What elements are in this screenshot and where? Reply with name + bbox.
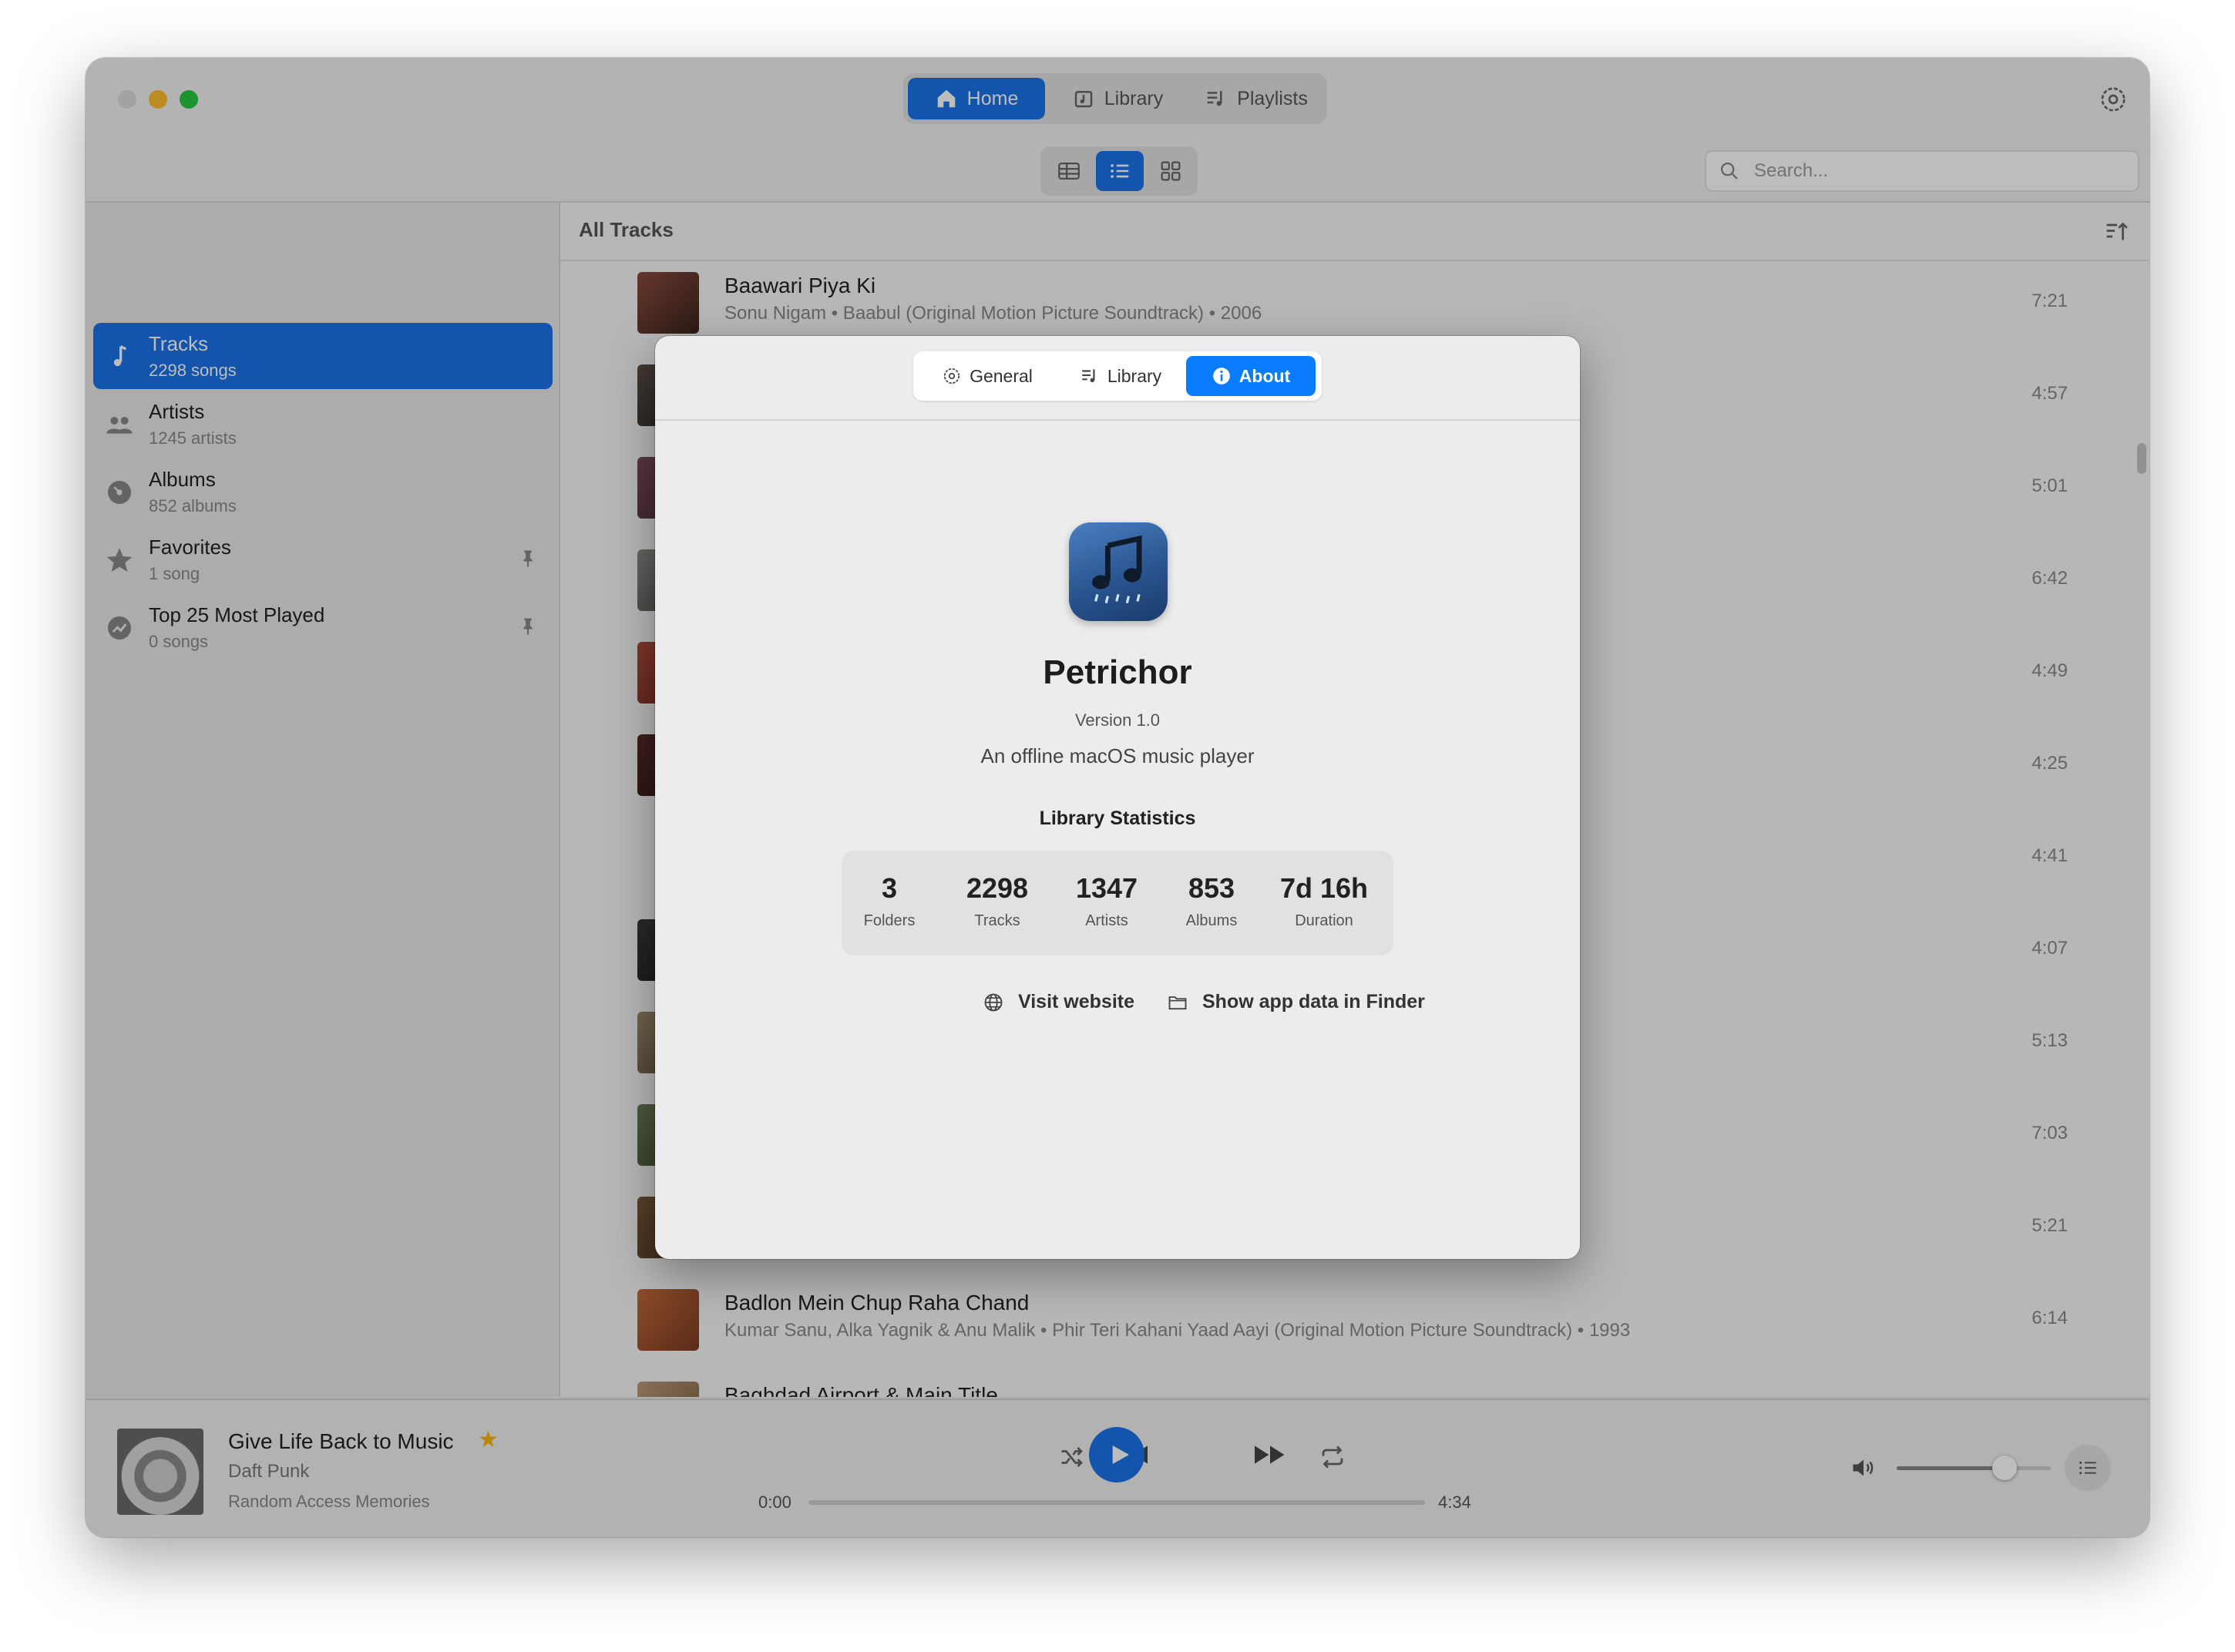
app-icon bbox=[1069, 522, 1168, 621]
stat-artists: 1347 Artists bbox=[1053, 872, 1161, 930]
library-stats-card: 3 Folders 2298 Tracks 1347 Artists 853 A… bbox=[842, 851, 1393, 955]
stat-label: Folders bbox=[863, 912, 916, 929]
info-icon bbox=[1212, 368, 1230, 384]
stat-value: 1347 bbox=[1075, 872, 1138, 904]
settings-dialog-header: General Library About bbox=[655, 336, 1580, 421]
app-version: Version 1.0 bbox=[1074, 710, 1161, 730]
stat-tracks: 2298 Tracks bbox=[943, 872, 1051, 930]
stat-label: Tracks bbox=[974, 912, 1020, 929]
stat-label: Artists bbox=[1085, 912, 1128, 929]
stat-duration: 7d 16h Duration bbox=[1270, 872, 1378, 930]
tab-general-label: General bbox=[970, 365, 1033, 386]
gear-icon bbox=[944, 368, 960, 384]
tab-library-settings-label: Library bbox=[1107, 365, 1162, 386]
show-in-finder-label: Show app data in Finder bbox=[1202, 991, 1425, 1012]
stat-albums: 853 Albums bbox=[1158, 872, 1265, 930]
folder-icon bbox=[1168, 996, 1187, 1009]
music-rain-icon bbox=[1092, 535, 1142, 604]
visit-website-link[interactable]: Visit website bbox=[983, 991, 1134, 1013]
stat-label: Duration bbox=[1295, 912, 1353, 929]
library-icon bbox=[1082, 369, 1095, 383]
tab-general[interactable]: General bbox=[919, 356, 1055, 396]
visit-website-label: Visit website bbox=[1018, 991, 1134, 1012]
globe-icon bbox=[984, 993, 1003, 1011]
app-description: An offline macOS music player bbox=[980, 744, 1255, 767]
stat-value: 3 bbox=[881, 872, 898, 904]
tab-about[interactable]: About bbox=[1186, 356, 1316, 396]
app-window: Home Library Playlists Search... Tracks … bbox=[86, 58, 2149, 1537]
stat-label: Albums bbox=[1185, 912, 1238, 929]
tab-about-label: About bbox=[1238, 365, 1291, 386]
stat-value: 7d 16h bbox=[1279, 872, 1369, 904]
stat-value: 2298 bbox=[966, 872, 1029, 904]
tab-library-settings[interactable]: Library bbox=[1058, 356, 1183, 396]
stat-value: 853 bbox=[1188, 872, 1235, 904]
settings-tab-bar: General Library About bbox=[913, 351, 1322, 401]
app-name: Petrichor bbox=[1043, 653, 1192, 691]
show-in-finder-link[interactable]: Show app data in Finder bbox=[1167, 991, 1425, 1013]
settings-dialog: General Library About Petrichor Version … bbox=[655, 336, 1580, 1259]
stats-title: Library Statistics bbox=[1039, 808, 1196, 829]
stat-folders: 3 Folders bbox=[835, 872, 943, 930]
